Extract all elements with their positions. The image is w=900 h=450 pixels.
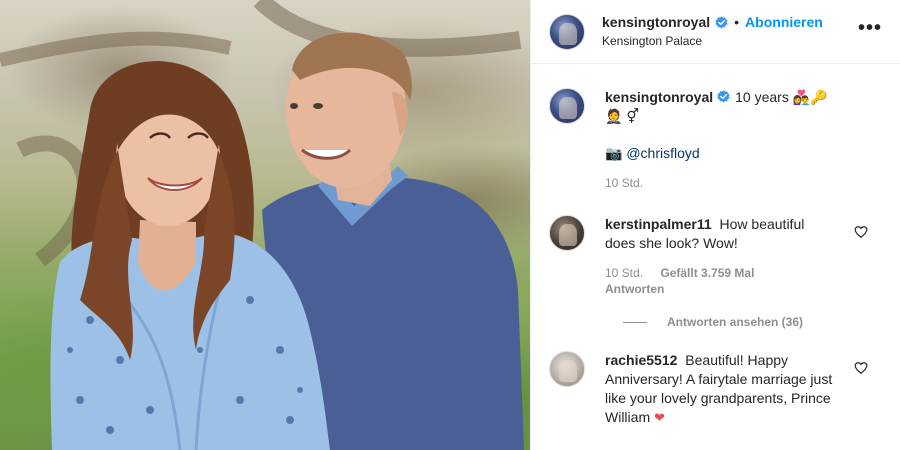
- commenter-username[interactable]: rachie5512: [605, 352, 677, 368]
- post-location[interactable]: Kensington Palace: [602, 34, 823, 50]
- instagram-post-view: kensingtonroyal • Abonnieren Kensington …: [0, 0, 900, 450]
- photographer-mention-link[interactable]: @chrisfloyd: [626, 145, 699, 161]
- caption-avatar[interactable]: [549, 88, 585, 124]
- view-replies-label: Antworten ansehen (36): [667, 315, 804, 329]
- author-avatar[interactable]: [549, 13, 585, 50]
- post-sidebar: kensingtonroyal • Abonnieren Kensington …: [530, 0, 900, 450]
- comment-likes-count[interactable]: Gefällt 3.759 Mal: [660, 266, 754, 280]
- post-caption: kensingtonroyal 10 years 👩‍❤️‍👨🔑 🤵 ⚥ 📷 @…: [549, 88, 884, 191]
- caption-text: 10 years: [735, 89, 789, 105]
- author-username[interactable]: kensingtonroyal: [602, 13, 710, 31]
- view-replies-button[interactable]: Antworten ansehen (36): [623, 315, 884, 329]
- replies-divider-line: [623, 321, 647, 323]
- post-header: kensingtonroyal • Abonnieren Kensington …: [531, 0, 900, 64]
- caption-username[interactable]: kensingtonroyal: [605, 89, 713, 105]
- reply-button[interactable]: Antworten: [605, 282, 664, 296]
- comment-item: kerstinpalmer11 How beautiful does she l…: [549, 215, 884, 297]
- gender-symbol-emoji: ⚥: [626, 108, 639, 124]
- red-heart-emoji: ❤: [654, 410, 665, 425]
- photo-illustration: [0, 0, 524, 450]
- camera-emoji: 📷: [605, 145, 623, 161]
- groom-emoji: 🤵: [605, 108, 623, 124]
- comments-section: kensingtonroyal 10 years 👩‍❤️‍👨🔑 🤵 ⚥ 📷 @…: [531, 64, 900, 427]
- commenter-avatar[interactable]: [549, 215, 585, 251]
- caption-timestamp[interactable]: 10 Std.: [605, 176, 643, 190]
- couple-emoji: 👩‍❤️‍👨: [792, 89, 811, 105]
- verified-badge-icon: [717, 90, 730, 103]
- follow-button[interactable]: Abonnieren: [745, 13, 823, 31]
- heart-outline-icon[interactable]: [854, 361, 868, 375]
- comment-item: rachie5512 Beautiful! Happy Anniversary!…: [549, 351, 884, 427]
- post-photo[interactable]: [0, 0, 530, 450]
- key-emoji: 🔑: [810, 89, 828, 105]
- commenter-username[interactable]: kerstinpalmer11: [605, 216, 712, 232]
- heart-outline-icon[interactable]: [854, 225, 868, 239]
- separator-dot: •: [734, 14, 740, 31]
- verified-badge-icon: [715, 16, 728, 29]
- more-options-icon[interactable]: •••: [858, 18, 882, 38]
- comment-timestamp[interactable]: 10 Std.: [605, 266, 643, 280]
- commenter-avatar[interactable]: [549, 351, 585, 387]
